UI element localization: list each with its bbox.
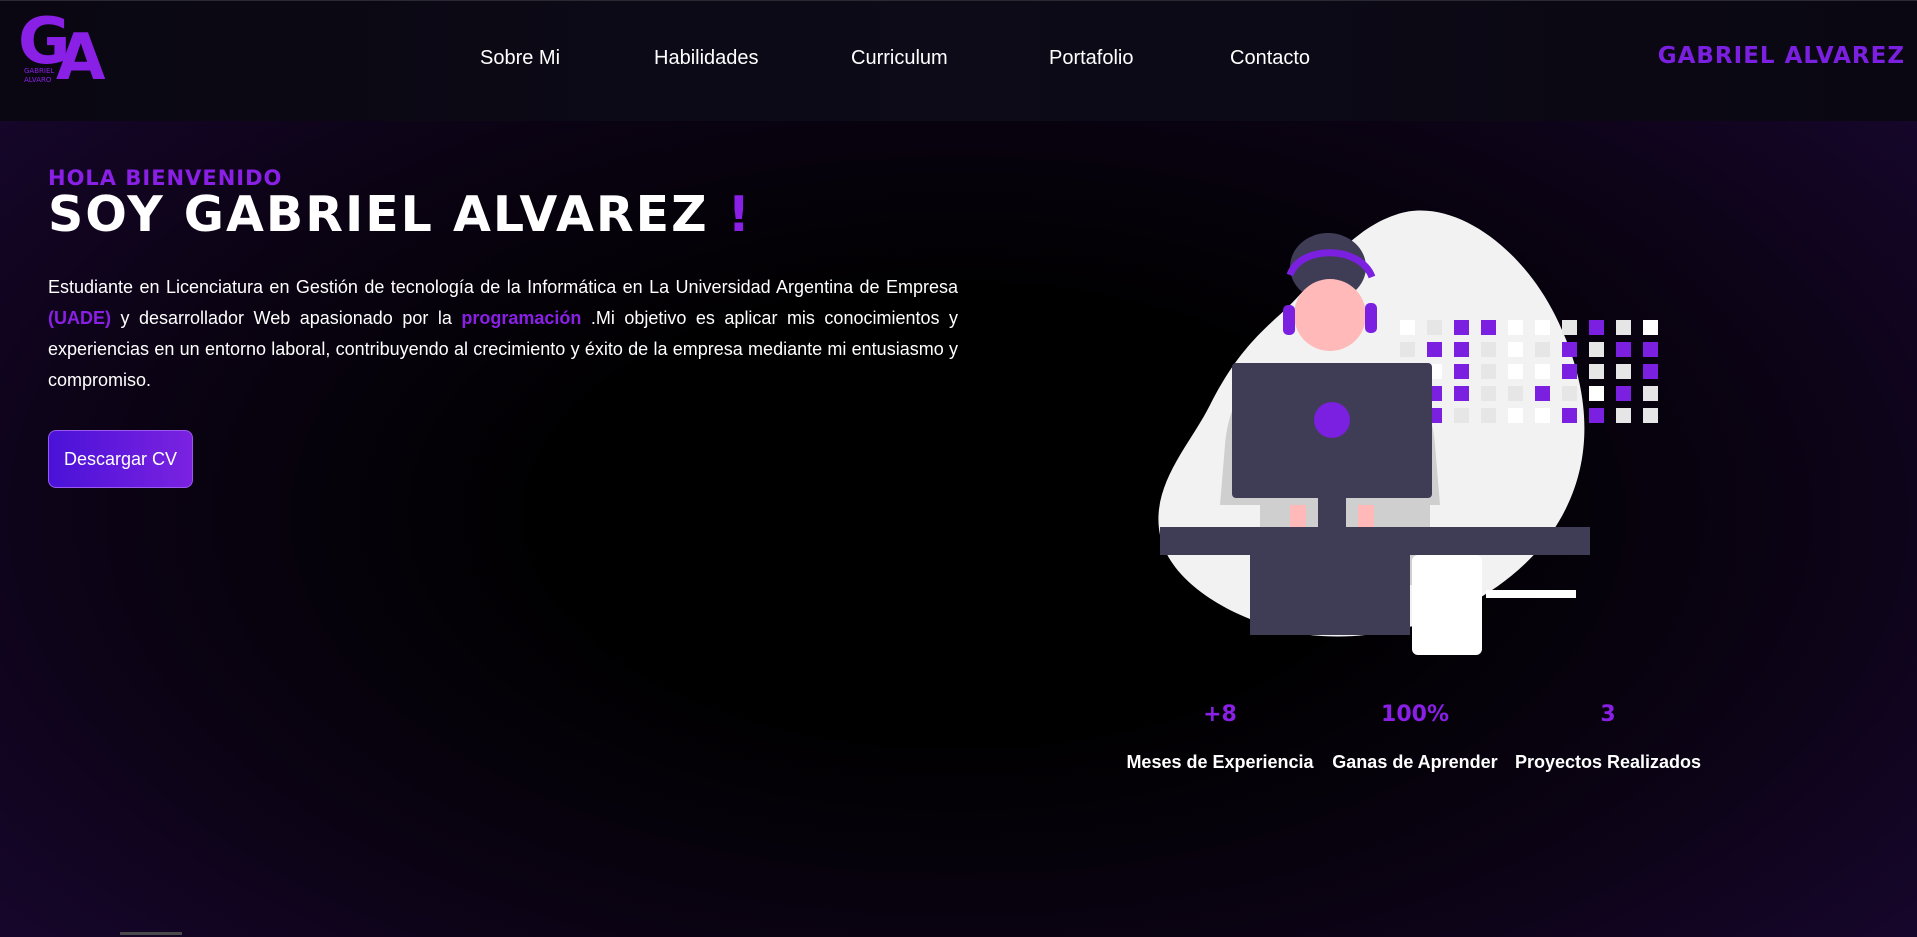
brand-name[interactable]: Gabriel Alvarez (1658, 43, 1905, 69)
stat-label: Proyectos Realizados (1514, 752, 1702, 772)
dot-grid-cell (1616, 386, 1631, 401)
developer-illustration-svg (1158, 210, 1658, 655)
dot-grid-cell (1643, 386, 1658, 401)
dot-grid-cell (1643, 320, 1658, 335)
logo-caption-line2: ALVARO (24, 76, 52, 84)
dot-grid-cell (1643, 408, 1658, 423)
dot-grid-cell (1643, 342, 1658, 357)
dot-grid-cell (1535, 320, 1550, 335)
hero-highlight-programacion: programación (461, 308, 582, 328)
stat-label: Meses de Experiencia (1126, 752, 1314, 772)
hero-section: Hola Bienvenido Soy Gabriel Alvarez ! Es… (48, 166, 958, 414)
stat-experience: +8 Meses de Experiencia (1120, 700, 1320, 773)
stat-value: 3 (1600, 702, 1616, 727)
dot-grid-cell (1454, 342, 1469, 357)
stat-value: +8 (1203, 702, 1237, 727)
dot-grid-cell (1589, 320, 1604, 335)
dot-grid-cell (1427, 342, 1442, 357)
dot-grid-cell (1454, 364, 1469, 379)
logo-caption: GABRIEL ALVARO (24, 67, 54, 85)
site-header: G A GABRIEL ALVARO Sobre Mi Habilidades … (0, 0, 1917, 121)
dot-grid-cell (1400, 320, 1415, 335)
dot-grid-cell (1643, 364, 1658, 379)
stat-value: 100% (1381, 702, 1449, 727)
hero-highlight-uade: (UADE) (48, 308, 111, 328)
dot-grid-cell (1616, 320, 1631, 335)
dot-grid-cell (1508, 342, 1523, 357)
dot-grid-cell (1508, 408, 1523, 423)
dot-grid-cell (1508, 386, 1523, 401)
dot-grid-cell (1535, 408, 1550, 423)
logo-letter-a: A (56, 21, 106, 95)
nav-portafolio[interactable]: Portafolio (1049, 47, 1134, 70)
main-nav: Sobre Mi Habilidades Curriculum Portafol… (480, 47, 1340, 77)
dot-grid-cell (1508, 364, 1523, 379)
dot-grid-cell (1616, 408, 1631, 423)
dot-grid-cell (1454, 386, 1469, 401)
dot-grid-cell (1535, 386, 1550, 401)
site-logo[interactable]: G A GABRIEL ALVARO (18, 5, 108, 95)
dot-grid-cell (1589, 408, 1604, 423)
hero-title-text: Soy Gabriel Alvarez (48, 186, 709, 243)
dot-grid-cell (1562, 342, 1577, 357)
dot-grid-cell (1481, 364, 1496, 379)
dot-grid-cell (1508, 320, 1523, 335)
hero-description-part1: Estudiante en Licenciatura en Gestión de… (48, 277, 958, 297)
dot-grid-cell (1562, 408, 1577, 423)
dot-grid-cell (1616, 342, 1631, 357)
developer-illustration (1150, 205, 1670, 655)
hero-description-part2: y desarrollador Web apasionado por la (111, 308, 462, 328)
stat-projects: 3 Proyectos Realizados (1508, 700, 1708, 773)
nav-sobre-mi[interactable]: Sobre Mi (480, 47, 560, 70)
dot-grid-cell (1562, 386, 1577, 401)
hero-title-mark: ! (727, 186, 753, 243)
stat-learning: 100% Ganas de Aprender (1315, 700, 1515, 773)
dot-grid-cell (1616, 364, 1631, 379)
dot-grid-cell (1481, 386, 1496, 401)
stat-label: Ganas de Aprender (1332, 752, 1498, 772)
dot-grid-cell (1481, 320, 1496, 335)
dot-grid-cell (1427, 320, 1442, 335)
dot-grid-cell (1481, 408, 1496, 423)
dot-grid-cell (1562, 364, 1577, 379)
hero-description: Estudiante en Licenciatura en Gestión de… (48, 272, 958, 396)
nav-contacto[interactable]: Contacto (1230, 47, 1310, 70)
dot-grid-cell (1481, 342, 1496, 357)
stats-row: +8 Meses de Experiencia 100% Ganas de Ap… (1120, 700, 1720, 790)
dot-grid-cell (1454, 320, 1469, 335)
horizontal-scrollbar-thumb[interactable] (120, 932, 182, 935)
dot-grid-cell (1535, 364, 1550, 379)
dot-grid-cell (1589, 386, 1604, 401)
dot-grid-cell (1589, 342, 1604, 357)
nav-habilidades[interactable]: Habilidades (654, 47, 759, 70)
desk (1160, 527, 1590, 555)
logo-caption-line1: GABRIEL (24, 67, 55, 75)
hero-title: Soy Gabriel Alvarez ! (48, 188, 958, 242)
nav-curriculum[interactable]: Curriculum (851, 47, 948, 70)
dot-grid-cell (1589, 364, 1604, 379)
dot-grid-cell (1400, 342, 1415, 357)
dot-grid-cell (1535, 342, 1550, 357)
dot-grid-cell (1454, 408, 1469, 423)
dot-grid-cell (1562, 320, 1577, 335)
download-cv-button[interactable]: Descargar CV (48, 430, 193, 488)
